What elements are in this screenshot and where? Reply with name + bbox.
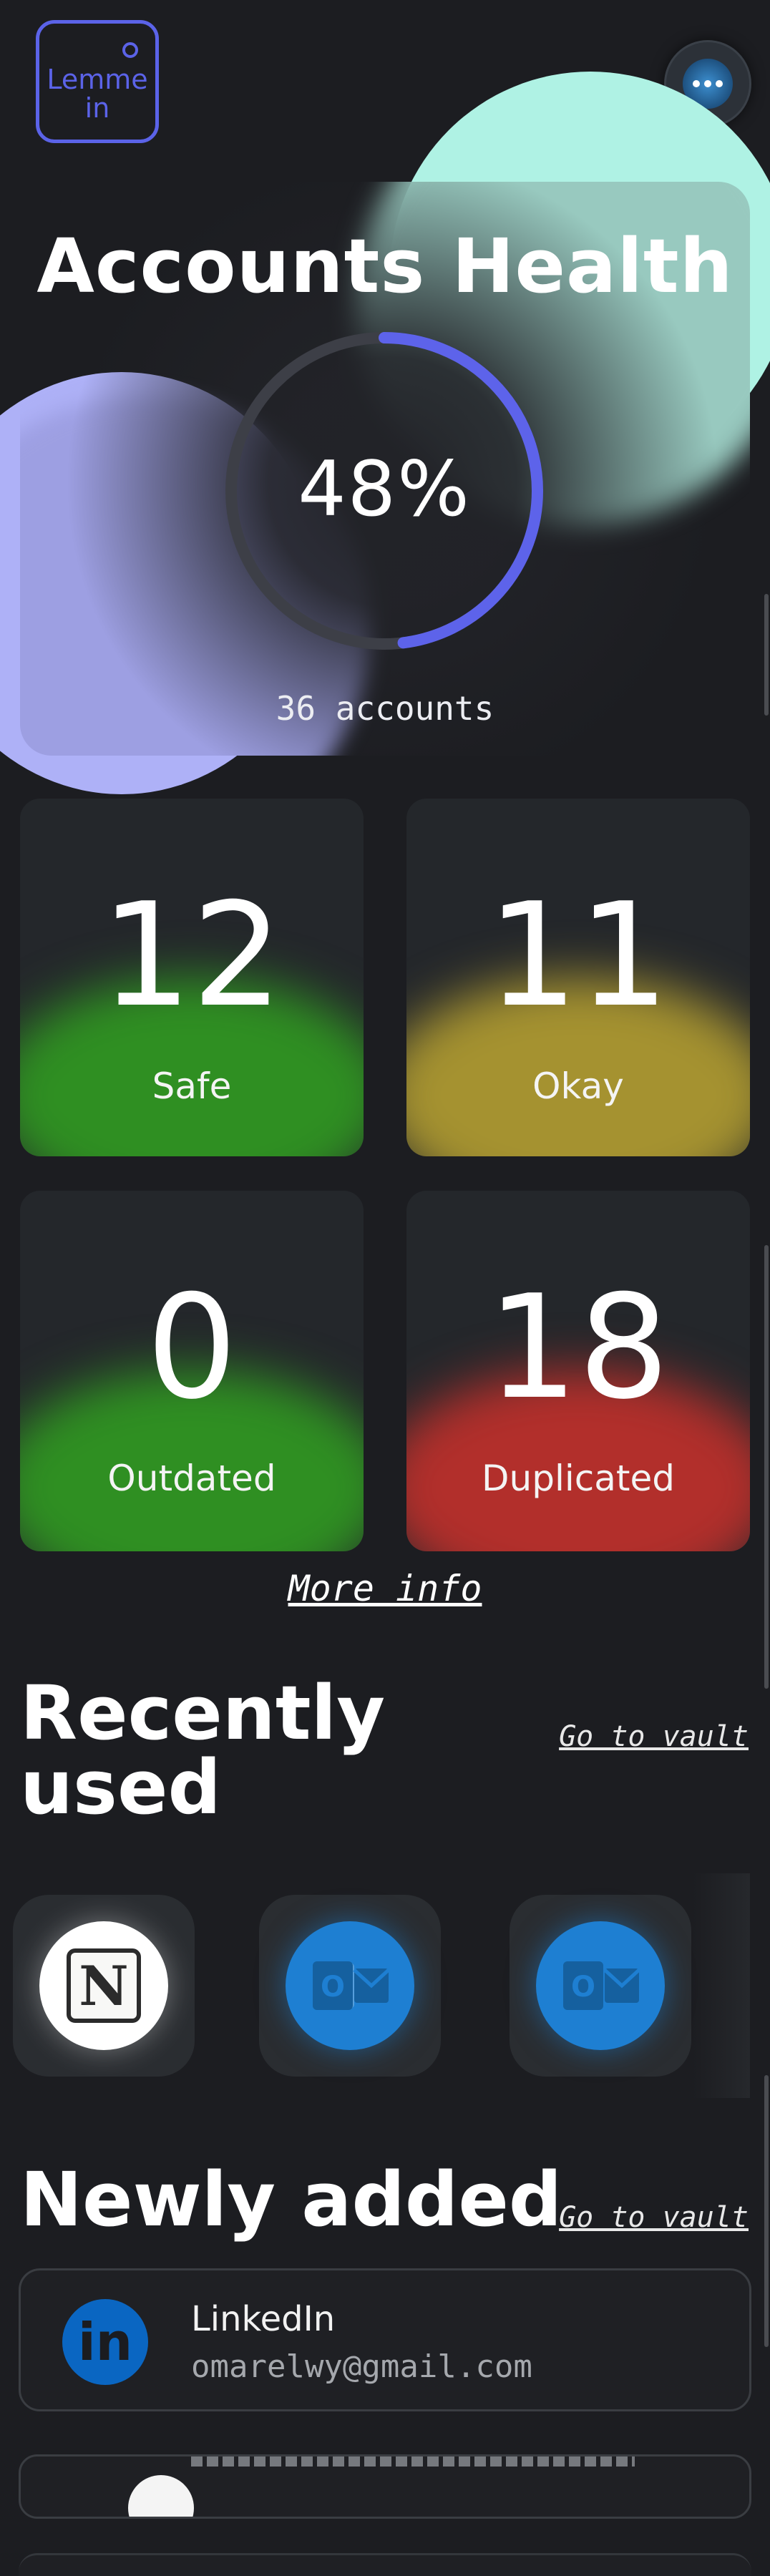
accounts-count: 36 accounts	[276, 689, 494, 728]
logo-text: Lemme in	[47, 64, 148, 124]
health-percent: 48%	[298, 445, 471, 533]
stat-value: 12	[100, 872, 283, 1039]
stat-label: Okay	[532, 1065, 624, 1107]
clipped-text	[191, 2457, 635, 2467]
recently-used-title: Recently used	[20, 1676, 385, 1825]
recent-app-card[interactable]: O	[259, 1895, 441, 2077]
svg-text:O: O	[571, 1971, 595, 2004]
outlook-glyph: O	[563, 1961, 640, 2010]
recently-used-title-line2: used	[20, 1744, 221, 1831]
account-row-partial[interactable]	[19, 2454, 751, 2519]
logo-dot	[122, 42, 138, 58]
app-screen: Lemme in Accounts Health 48% 36 accounts …	[0, 0, 770, 2576]
accounts-health-card: Accounts Health 48% 36 accounts	[20, 182, 750, 756]
recent-app-card[interactable]: N	[13, 1895, 195, 2077]
account-name: LinkedIn	[191, 2299, 336, 2339]
account-email: omarelwy@gmail.com	[191, 2348, 532, 2385]
newly-added-vault-link[interactable]: Go to vault	[559, 2200, 749, 2235]
recent-app-card[interactable]: O	[510, 1895, 691, 2077]
more-info-link[interactable]: More info	[0, 1566, 770, 1611]
outlook-icon: O	[286, 1921, 414, 2050]
stat-tile-safe[interactable]: 12 Safe	[20, 799, 364, 1156]
stat-value: 18	[487, 1264, 670, 1431]
notion-glyph: N	[67, 1948, 141, 2023]
account-row-linkedin[interactable]: in LinkedIn omarelwy@gmail.com	[19, 2268, 751, 2411]
stat-value: 0	[146, 1264, 238, 1431]
next-row-edge	[19, 2553, 751, 2576]
account-icon	[128, 2475, 194, 2517]
health-title: Accounts Health	[36, 223, 734, 310]
recently-used-vault-link[interactable]: Go to vault	[559, 1719, 749, 1755]
notion-icon: N	[39, 1921, 168, 2050]
stat-label: Duplicated	[482, 1458, 675, 1499]
outlook-icon: O	[536, 1921, 665, 2050]
stat-tile-okay[interactable]: 11 Okay	[406, 799, 750, 1156]
linkedin-icon: in	[62, 2299, 148, 2385]
stat-label: Safe	[152, 1065, 232, 1107]
svg-text:O: O	[321, 1971, 345, 2004]
newly-added-title: Newly added	[20, 2156, 562, 2243]
stat-tile-duplicated[interactable]: 18 Duplicated	[406, 1191, 750, 1551]
scrollbar-thumb[interactable]	[764, 2075, 769, 2347]
scrollbar-thumb[interactable]	[764, 594, 769, 716]
lemme-in-logo[interactable]: Lemme in	[36, 20, 159, 143]
stat-value: 11	[487, 872, 670, 1039]
stat-tile-outdated[interactable]: 0 Outdated	[20, 1191, 364, 1551]
stat-label: Outdated	[107, 1458, 276, 1499]
carousel-fade-edge	[693, 1873, 750, 2098]
scrollbar-thumb[interactable]	[764, 1245, 769, 1689]
outlook-glyph: O	[313, 1961, 390, 2010]
